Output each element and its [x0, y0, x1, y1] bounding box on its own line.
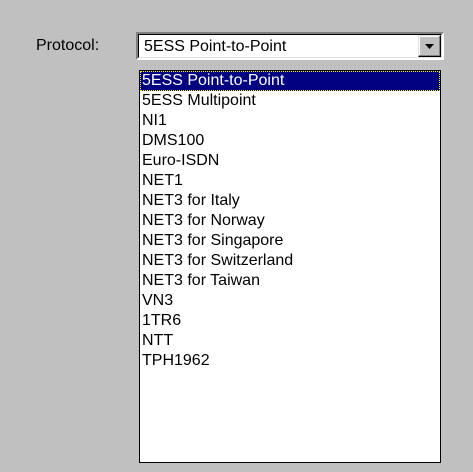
protocol-option-1tr6[interactable]: 1TR6 [140, 311, 440, 331]
protocol-combobox-frame: 5ESS Point-to-Point [138, 34, 442, 58]
protocol-option-dms100[interactable]: DMS100 [140, 131, 440, 151]
protocol-option-net3-taiwan[interactable]: NET3 for Taiwan [140, 271, 440, 291]
protocol-combobox[interactable]: 5ESS Point-to-Point [136, 32, 444, 60]
protocol-option-net3-italy[interactable]: NET3 for Italy [140, 191, 440, 211]
protocol-option-5ess-point-to-point[interactable]: 5ESS Point-to-Point [140, 71, 440, 91]
protocol-option-net3-switzerland[interactable]: NET3 for Switzerland [140, 251, 440, 271]
protocol-selected-value[interactable]: 5ESS Point-to-Point [144, 37, 286, 57]
protocol-option-ni1[interactable]: NI1 [140, 111, 440, 131]
protocol-option-net3-norway[interactable]: NET3 for Norway [140, 211, 440, 231]
protocol-option-net1[interactable]: NET1 [140, 171, 440, 191]
protocol-option-ntt[interactable]: NTT [140, 331, 440, 351]
protocol-label: Protocol: [36, 37, 100, 54]
protocol-option-net3-singapore[interactable]: NET3 for Singapore [140, 231, 440, 251]
protocol-option-vn3[interactable]: VN3 [140, 291, 440, 311]
protocol-option-euro-isdn[interactable]: Euro-ISDN [140, 151, 440, 171]
protocol-options-list[interactable]: 5ESS Point-to-Point 5ESS Multipoint NI1 … [139, 70, 441, 463]
protocol-option-tph1962[interactable]: TPH1962 [140, 351, 440, 371]
dropdown-button[interactable] [418, 35, 441, 57]
protocol-option-5ess-multipoint[interactable]: 5ESS Multipoint [140, 91, 440, 111]
